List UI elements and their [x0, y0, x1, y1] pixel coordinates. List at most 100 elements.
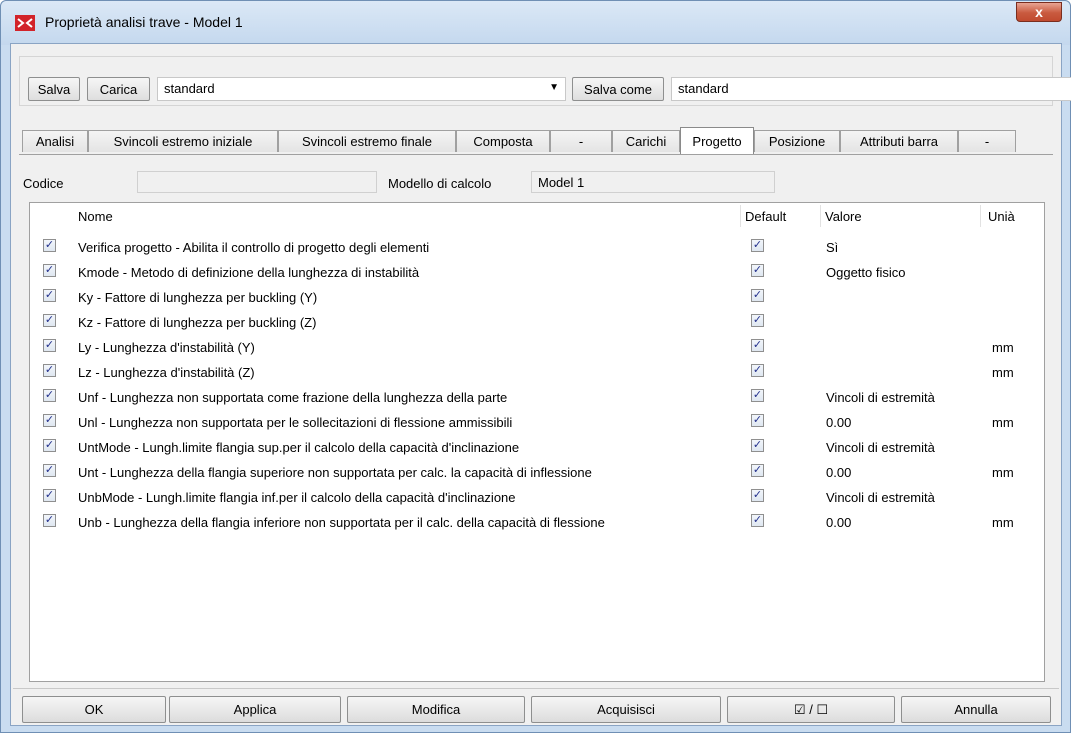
property-name: UntMode - Lungh.limite flangia sup.per i… — [78, 440, 520, 455]
property-unit: mm — [992, 515, 1014, 530]
list-row[interactable]: ✓ UnbMode - Lungh.limite flangia inf.per… — [30, 485, 1044, 510]
chevron-down-icon: ▼ — [549, 82, 559, 93]
toggle-checkboxes-button[interactable]: ☑ / ☐ — [727, 696, 895, 723]
property-unit: mm — [992, 340, 1014, 355]
list-row[interactable]: ✓ UntMode - Lungh.limite flangia sup.per… — [30, 435, 1044, 460]
enable-checkbox[interactable]: ✓ — [43, 414, 56, 427]
save-button[interactable]: Salva — [28, 77, 80, 101]
header-unit[interactable]: Unià — [988, 209, 1015, 224]
enable-checkbox[interactable]: ✓ — [43, 339, 56, 352]
list-row[interactable]: ✓ Kz - Fattore di lunghezza per buckling… — [30, 310, 1044, 335]
code-label: Codice — [23, 176, 64, 191]
enable-checkbox[interactable]: ✓ — [43, 439, 56, 452]
tab-svincoli-finale[interactable]: Svincoli estremo finale — [278, 130, 456, 152]
tab-svincoli-iniziale[interactable]: Svincoli estremo iniziale — [88, 130, 278, 152]
properties-list: Nome Default Valore Unià ✓ Verifica prog… — [29, 202, 1045, 682]
property-name: Ly - Lunghezza d'instabilità (Y) — [78, 340, 255, 355]
load-button[interactable]: Carica — [87, 77, 150, 101]
default-checkbox[interactable]: ✓ — [751, 389, 764, 402]
enable-checkbox[interactable]: ✓ — [43, 239, 56, 252]
property-value[interactable]: 0.00 — [826, 465, 851, 480]
property-value[interactable]: 0.00 — [826, 515, 851, 530]
enable-checkbox[interactable]: ✓ — [43, 389, 56, 402]
property-value[interactable]: Sì — [826, 240, 838, 255]
acquire-button[interactable]: Acquisisci — [531, 696, 721, 723]
bottom-divider — [13, 688, 1059, 689]
close-button[interactable]: x — [1016, 2, 1062, 22]
enable-checkbox[interactable]: ✓ — [43, 314, 56, 327]
tab-carichi[interactable]: Carichi — [612, 130, 680, 152]
default-checkbox[interactable]: ✓ — [751, 489, 764, 502]
header-default[interactable]: Default — [745, 209, 786, 224]
enable-checkbox[interactable]: ✓ — [43, 364, 56, 377]
enable-checkbox[interactable]: ✓ — [43, 489, 56, 502]
default-checkbox[interactable]: ✓ — [751, 414, 764, 427]
list-row[interactable]: ✓ Unt - Lunghezza della flangia superior… — [30, 460, 1044, 485]
default-checkbox[interactable]: ✓ — [751, 264, 764, 277]
save-as-button[interactable]: Salva come — [572, 77, 664, 101]
tab-blank-1[interactable]: - — [550, 130, 612, 152]
default-checkbox[interactable]: ✓ — [751, 364, 764, 377]
apply-button[interactable]: Applica — [169, 696, 341, 723]
default-checkbox[interactable]: ✓ — [751, 464, 764, 477]
tab-posizione[interactable]: Posizione — [754, 130, 840, 152]
property-value[interactable]: 0.00 — [826, 415, 851, 430]
property-unit: mm — [992, 415, 1014, 430]
tab-analisi[interactable]: Analisi — [22, 130, 88, 152]
tab-strip-divider — [19, 154, 1053, 155]
property-value[interactable]: Vincoli di estremità — [826, 490, 935, 505]
property-value[interactable]: Vincoli di estremità — [826, 390, 935, 405]
header-divider — [740, 205, 741, 227]
header-divider — [980, 205, 981, 227]
list-row[interactable]: ✓ Lz - Lunghezza d'instabilità (Z) ✓ mm — [30, 360, 1044, 385]
tab-progetto[interactable]: Progetto — [680, 127, 754, 154]
enable-checkbox[interactable]: ✓ — [43, 464, 56, 477]
close-icon: x — [1035, 4, 1043, 20]
list-row[interactable]: ✓ Ly - Lunghezza d'instabilità (Y) ✓ mm — [30, 335, 1044, 360]
title-bar: Proprietà analisi trave - Model 1 x — [1, 1, 1070, 45]
list-header: Nome Default Valore Unià — [30, 203, 1044, 229]
property-value[interactable]: Vincoli di estremità — [826, 440, 935, 455]
list-row[interactable]: ✓ Unf - Lunghezza non supportata come fr… — [30, 385, 1044, 410]
tab-composta[interactable]: Composta — [456, 130, 550, 152]
model-value: Model 1 — [538, 175, 585, 190]
default-checkbox[interactable]: ✓ — [751, 339, 764, 352]
header-name[interactable]: Nome — [78, 209, 113, 224]
modify-button[interactable]: Modifica — [347, 696, 525, 723]
property-name: Kz - Fattore di lunghezza per buckling (… — [78, 315, 317, 330]
ok-button[interactable]: OK — [22, 696, 166, 723]
property-name: Verifica progetto - Abilita il controllo… — [78, 240, 430, 255]
tab-blank-2[interactable]: - — [958, 130, 1016, 152]
model-field: Model 1 — [531, 171, 775, 193]
property-value[interactable]: Oggetto fisico — [826, 265, 906, 280]
property-name: Ky - Fattore di lunghezza per buckling (… — [78, 290, 318, 305]
window-title: Proprietà analisi trave - Model 1 — [45, 14, 243, 30]
property-name: Unf - Lunghezza non supportata come fraz… — [78, 390, 508, 405]
default-checkbox[interactable]: ✓ — [751, 314, 764, 327]
property-name: Unt - Lunghezza della flangia superiore … — [78, 465, 592, 480]
preset-toolbar: Salva Carica standard ▼ Salva come stand… — [19, 56, 1071, 106]
list-row[interactable]: ✓ Kmode - Metodo di definizione della lu… — [30, 260, 1044, 285]
list-row[interactable]: ✓ Ky - Fattore di lunghezza per buckling… — [30, 285, 1044, 310]
cancel-button[interactable]: Annulla — [901, 696, 1051, 723]
property-unit: mm — [992, 465, 1014, 480]
save-as-name-value: standard — [678, 81, 729, 96]
default-checkbox[interactable]: ✓ — [751, 289, 764, 302]
default-checkbox[interactable]: ✓ — [751, 439, 764, 452]
enable-checkbox[interactable]: ✓ — [43, 264, 56, 277]
enable-checkbox[interactable]: ✓ — [43, 514, 56, 527]
list-row[interactable]: ✓ Unb - Lunghezza della flangia inferior… — [30, 510, 1044, 535]
tab-attributi-barra[interactable]: Attributi barra — [840, 130, 958, 152]
enable-checkbox[interactable]: ✓ — [43, 289, 56, 302]
list-row[interactable]: ✓ Verifica progetto - Abilita il control… — [30, 235, 1044, 260]
code-field — [137, 171, 377, 193]
save-as-name-input[interactable]: standard — [671, 77, 1071, 101]
header-divider — [820, 205, 821, 227]
preset-combobox[interactable]: standard ▼ — [157, 77, 566, 101]
default-checkbox[interactable]: ✓ — [751, 239, 764, 252]
default-checkbox[interactable]: ✓ — [751, 514, 764, 527]
property-name: UnbMode - Lungh.limite flangia inf.per i… — [78, 490, 516, 505]
list-row[interactable]: ✓ Unl - Lunghezza non supportata per le … — [30, 410, 1044, 435]
header-value[interactable]: Valore — [825, 209, 862, 224]
property-name: Unb - Lunghezza della flangia inferiore … — [78, 515, 605, 530]
